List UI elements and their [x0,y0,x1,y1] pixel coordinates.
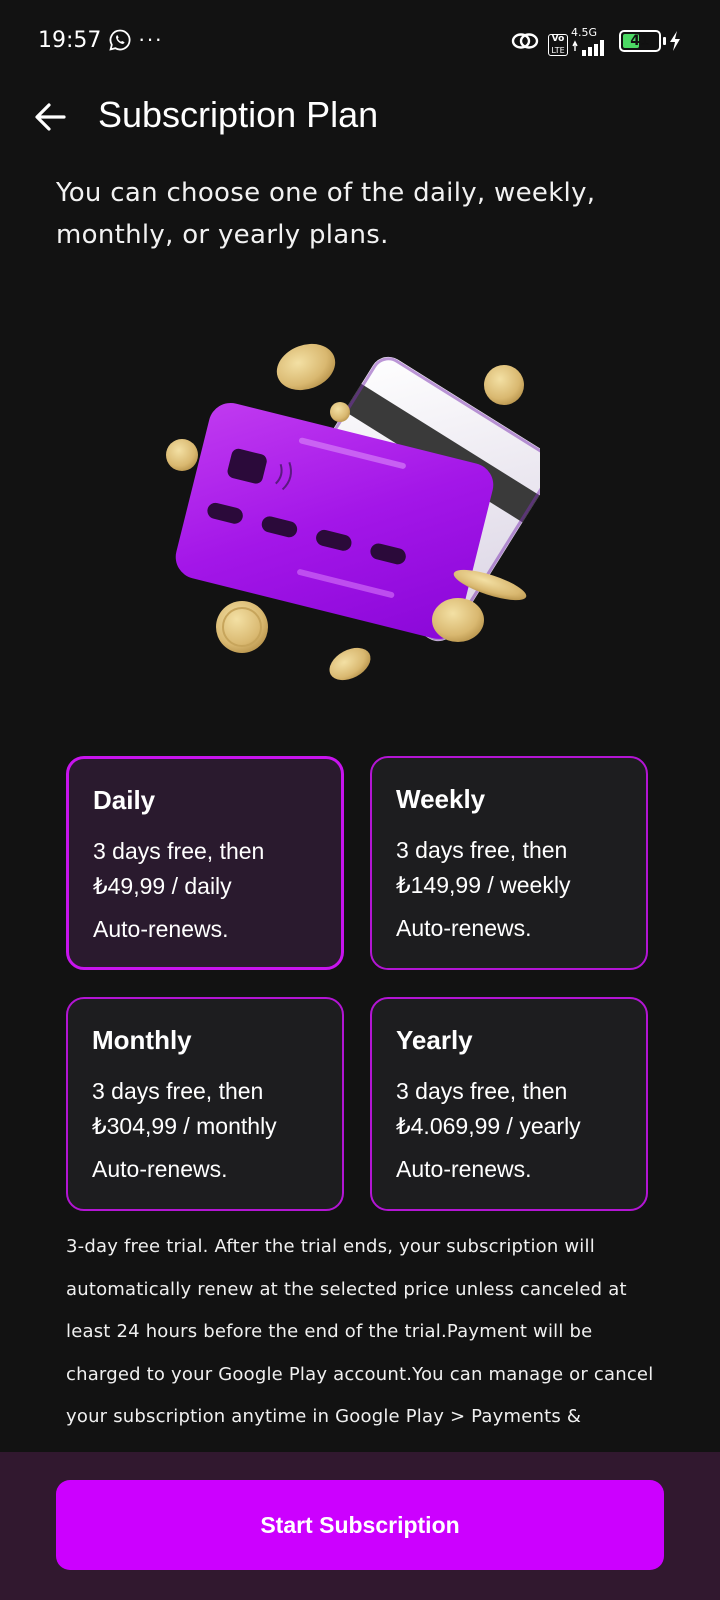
status-bar: 19:57 ··· Vo LTE 4.5G 41 [0,0,720,80]
plan-price: ₺149,99 / weekly [396,872,571,898]
page-subtitle: You can choose one of the daily, weekly,… [56,178,596,250]
link-icon [511,33,539,49]
lightning-icon [670,31,680,51]
subscription-terms: 3-day free trial. After the trial ends, … [66,1236,654,1427]
plan-renew: Auto-renews. [396,1156,532,1182]
status-time: 19:57 [38,28,102,53]
plan-card-monthly[interactable]: Monthly 3 days free, then ₺304,99 / mont… [66,997,344,1211]
plan-name: Daily [93,785,156,815]
battery-indicator: 41 [619,30,682,52]
page-title: Subscription Plan [98,94,379,135]
plan-renew: Auto-renews. [92,1156,228,1182]
plan-price: ₺304,99 / monthly [92,1113,277,1139]
plan-renew: Auto-renews. [396,915,532,941]
plan-card-yearly[interactable]: Yearly 3 days free, then ₺4.069,99 / yea… [370,997,648,1211]
plan-card-weekly[interactable]: Weekly 3 days free, then ₺149,99 / weekl… [370,756,648,970]
status-icons: Vo LTE 4.5G 41 [510,26,682,56]
network-type: 4.5G [571,25,598,39]
plan-renew: Auto-renews. [93,916,229,942]
plan-name: Weekly [396,784,486,814]
plan-card-daily[interactable]: Daily 3 days free, then ₺49,99 / daily A… [66,756,344,970]
whatsapp-icon [109,29,131,51]
start-subscription-button[interactable]: Start Subscription [56,1480,664,1570]
battery-icon: 41 [619,30,661,52]
notification-more-icon: ··· [138,26,163,51]
plan-name: Monthly [92,1025,192,1055]
plan-price: ₺4.069,99 / yearly [396,1113,581,1139]
back-button[interactable] [30,95,70,139]
network-indicator: Vo LTE 4.5G [548,27,611,56]
plan-trial: 3 days free, then [396,1078,568,1104]
plan-name: Yearly [396,1025,473,1055]
signal-bars-icon [572,39,604,56]
plan-price: ₺49,99 / daily [93,873,232,899]
arrow-left-icon [35,103,66,131]
plan-trial: 3 days free, then [396,837,568,863]
plan-trial: 3 days free, then [92,1078,264,1104]
battery-level: 41 [630,33,650,49]
subscription-screen: 19:57 ··· Vo LTE 4.5G 41 Subscription Pl… [0,0,720,1600]
volte-badge: Vo LTE [548,33,568,56]
plan-trial: 3 days free, then [93,838,265,864]
credit-card-coins-illustration [166,343,540,681]
